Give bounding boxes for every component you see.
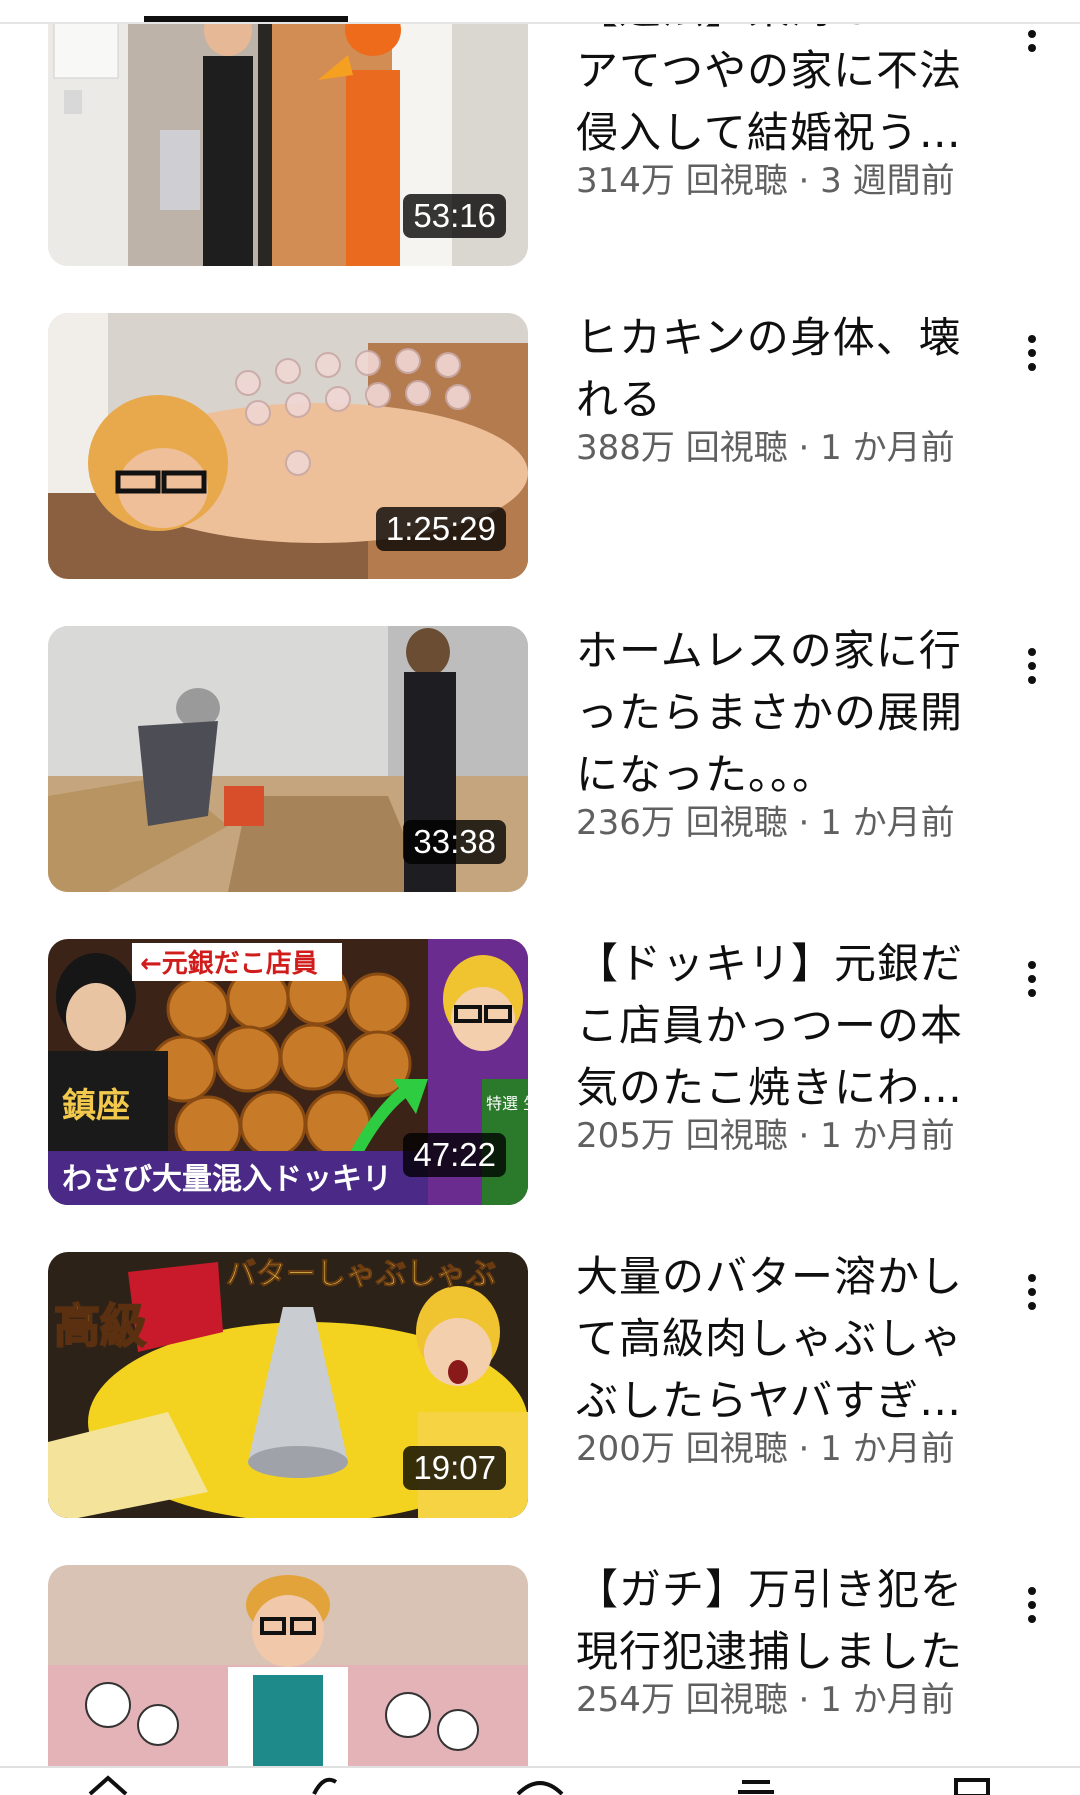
video-title[interactable]: 大量のバター溶かして高級肉しゃぶしゃぶしたらヤバすぎた… xyxy=(576,1246,986,1432)
top-bar-edge xyxy=(0,0,1080,24)
video-item[interactable]: バターしゃぶしゃぶ 高級 19:07 大量のバター溶かして高級肉しゃぶしゃぶした… xyxy=(0,1252,1080,1518)
video-title[interactable]: ヒカキンの身体、壊れる xyxy=(576,307,986,431)
video-thumbnail[interactable]: 33:38 xyxy=(48,626,528,892)
subscriptions-icon[interactable] xyxy=(648,1768,864,1795)
video-item[interactable]: 53:16 【違法】東海オンエアてつやの家に不法侵入して結婚祝うド… 314万 … xyxy=(0,0,1080,266)
active-tab-indicator xyxy=(144,16,348,22)
video-meta: 236万 回視聴 · 1 か月前 xyxy=(576,803,955,843)
thumbnail-bottom-caption: わさび大量混入ドッキリ xyxy=(62,1162,392,1197)
video-info[interactable]: 【ガチ】万引き犯を現行犯逮捕しました 254万 回視聴 · 1 か月前 xyxy=(576,1559,986,1723)
bottom-navigation xyxy=(0,1766,1080,1795)
video-meta: 254万 回視聴 · 1 か月前 xyxy=(576,1680,955,1720)
more-vert-icon[interactable] xyxy=(1010,1266,1054,1326)
video-item[interactable]: 【ガチ】万引き犯を現行犯逮捕しました 254万 回視聴 · 1 か月前 xyxy=(0,1565,1080,1766)
video-duration: 33:38 xyxy=(403,820,506,864)
thumbnail-sofa-image xyxy=(48,1565,528,1766)
video-thumbnail[interactable]: 鎮座 ←元銀だこ店員 特選 生わさび わさび大量混入ドッキリ 47:22 xyxy=(48,939,528,1205)
video-duration: 47:22 xyxy=(403,1133,506,1177)
video-info[interactable]: 大量のバター溶かして高級肉しゃぶしゃぶしたらヤバすぎた… 200万 回視聴 · … xyxy=(576,1246,986,1472)
video-item[interactable]: 33:38 ホームレスの家に行ったらまさかの展開になった。。。 236万 回視聴… xyxy=(0,626,1080,892)
home-icon[interactable] xyxy=(0,1768,216,1795)
more-vert-icon[interactable] xyxy=(1010,1579,1054,1639)
video-item[interactable]: 鎮座 ←元銀だこ店員 特選 生わさび わさび大量混入ドッキリ 47:22 【ドッ… xyxy=(0,939,1080,1205)
video-item[interactable]: 1:25:29 ヒカキンの身体、壊れる 388万 回視聴 · 1 か月前 xyxy=(0,313,1080,579)
thumbnail-top-caption: ←元銀だこ店員 xyxy=(140,949,318,979)
video-title[interactable]: 【ドッキリ】元銀だこ店員かっつーの本気のたこ焼きにわさ… xyxy=(576,933,986,1119)
video-thumbnail[interactable] xyxy=(48,1565,528,1766)
shorts-icon[interactable] xyxy=(216,1768,432,1795)
video-meta: 314万 回視聴 · 3 週間前 xyxy=(576,161,955,201)
video-info[interactable]: ヒカキンの身体、壊れる 388万 回視聴 · 1 か月前 xyxy=(576,307,986,471)
more-vert-icon[interactable] xyxy=(1010,327,1054,387)
video-meta: 200万 回視聴 · 1 か月前 xyxy=(576,1429,955,1469)
video-meta: 388万 回視聴 · 1 か月前 xyxy=(576,428,955,468)
video-thumbnail[interactable]: 53:16 xyxy=(48,0,528,266)
video-feed: 53:16 【違法】東海オンエアてつやの家に不法侵入して結婚祝うド… 314万 … xyxy=(0,0,1080,1766)
video-title[interactable]: 【違法】東海オンエアてつやの家に不法侵入して結婚祝うド… xyxy=(576,0,986,164)
video-duration: 19:07 xyxy=(403,1446,506,1490)
video-title[interactable]: ホームレスの家に行ったらまさかの展開になった。。。 xyxy=(576,620,986,806)
video-info[interactable]: 【ドッキリ】元銀だこ店員かっつーの本気のたこ焼きにわさ… 205万 回視聴 · … xyxy=(576,933,986,1159)
package-text: 特選 生わさび xyxy=(486,1094,528,1113)
video-meta: 205万 回視聴 · 1 か月前 xyxy=(576,1116,955,1156)
video-duration: 53:16 xyxy=(403,194,506,238)
video-duration: 1:25:29 xyxy=(375,507,506,551)
shirt-text: 鎮座 xyxy=(62,1086,130,1126)
thumbnail-side-caption: 高級 xyxy=(54,1299,146,1353)
library-icon[interactable] xyxy=(864,1768,1080,1795)
create-icon[interactable] xyxy=(432,1768,648,1795)
more-vert-icon[interactable] xyxy=(1010,640,1054,700)
thumbnail-top-caption: バターしゃぶしゃぶ xyxy=(226,1257,496,1292)
video-title[interactable]: 【ガチ】万引き犯を現行犯逮捕しました xyxy=(576,1559,986,1683)
more-vert-icon[interactable] xyxy=(1010,953,1054,1013)
video-info[interactable]: 【違法】東海オンエアてつやの家に不法侵入して結婚祝うド… 314万 回視聴 · … xyxy=(576,0,986,204)
video-thumbnail[interactable]: バターしゃぶしゃぶ 高級 19:07 xyxy=(48,1252,528,1518)
video-info[interactable]: ホームレスの家に行ったらまさかの展開になった。。。 236万 回視聴 · 1 か… xyxy=(576,620,986,846)
video-thumbnail[interactable]: 1:25:29 xyxy=(48,313,528,579)
